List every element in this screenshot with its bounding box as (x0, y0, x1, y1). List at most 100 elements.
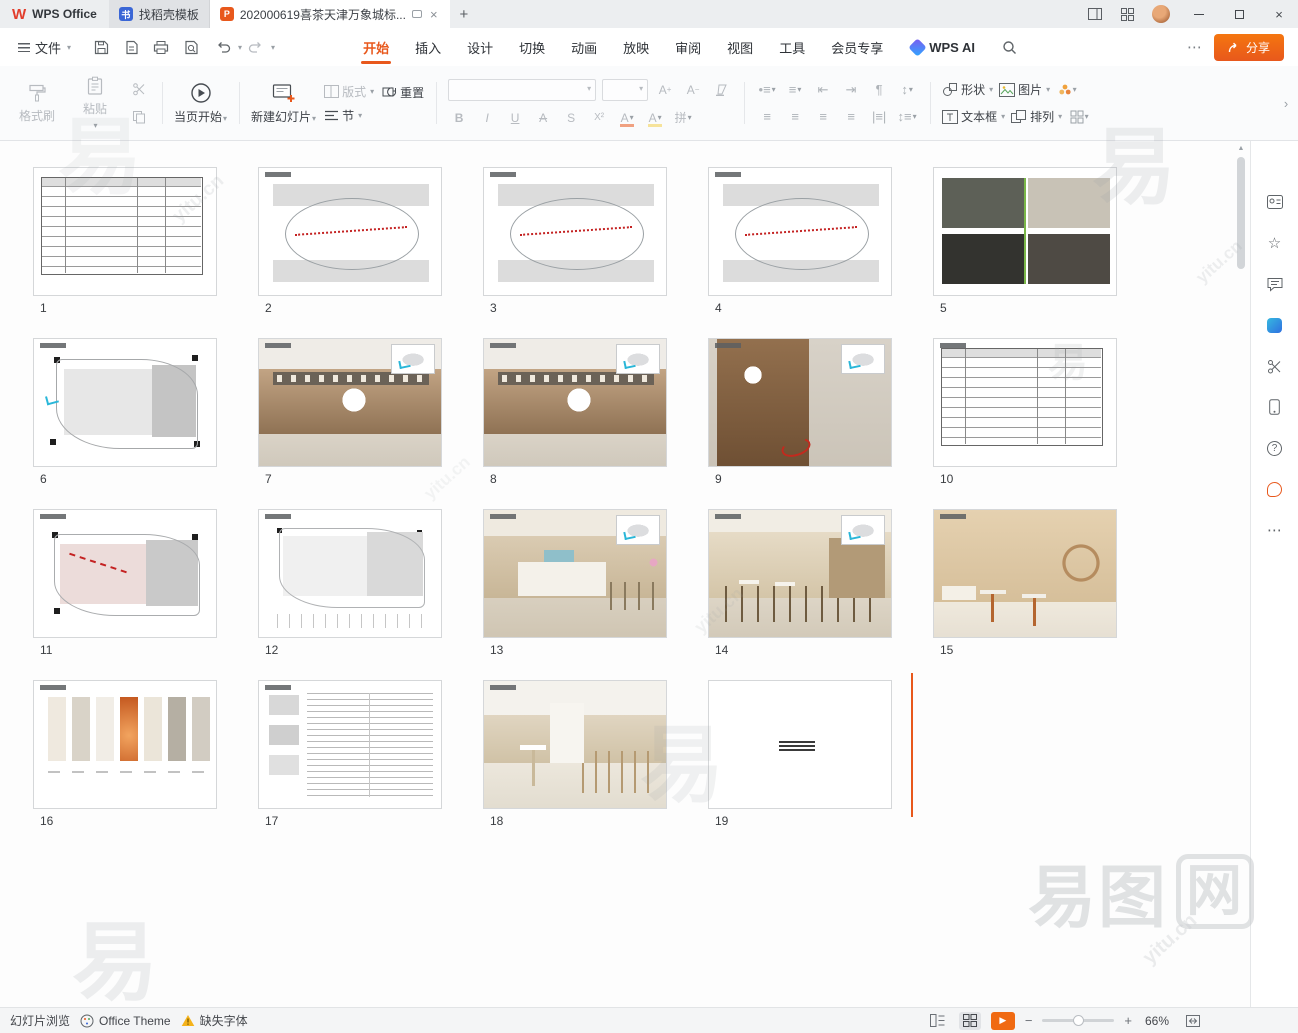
align-left-icon[interactable]: ≡ (756, 107, 778, 127)
doc-tab-templates[interactable]: 书 找稻壳模板 (109, 0, 210, 28)
close-button[interactable]: × (1260, 0, 1298, 28)
shapes-button[interactable]: 形状▾ (942, 81, 993, 98)
tab-member[interactable]: 会员专享 (829, 29, 885, 66)
slide-thumbnail[interactable]: 10 (933, 338, 1117, 509)
scroll-up-icon[interactable]: ▲ (1236, 145, 1246, 152)
redo-icon[interactable] (244, 35, 268, 59)
zoom-slider[interactable] (1042, 1019, 1114, 1022)
italic-button[interactable]: I (476, 108, 498, 128)
tab-slideshow[interactable]: 放映 (621, 29, 651, 66)
decrease-indent-icon[interactable]: ⇤ (812, 80, 834, 100)
tab-home[interactable]: 开始 (361, 29, 391, 66)
format-painter-button[interactable]: 格式刷 (12, 83, 62, 124)
slide-thumbnail[interactable]: 6 (33, 338, 217, 509)
undo-icon[interactable] (211, 35, 235, 59)
line-spacing-icon[interactable]: ↕≡▾ (896, 107, 918, 127)
slide-sorter-canvas[interactable]: 1 2 3 4 5 6 7 (0, 141, 1250, 1007)
zoom-slider-thumb[interactable] (1073, 1015, 1084, 1026)
wps-ai-sidebar-icon[interactable] (1266, 316, 1284, 334)
slide-thumbnail[interactable]: 8 (483, 338, 667, 509)
zoom-in-button[interactable]: + (1124, 1013, 1132, 1028)
icon-library-icon[interactable]: ▾ (1056, 80, 1078, 100)
increase-font-icon[interactable]: A+ (654, 80, 676, 100)
paste-button[interactable]: 粘贴 ▾ (70, 76, 120, 130)
layout-button[interactable]: 版式▾ (324, 83, 374, 100)
theme-indicator[interactable]: Office Theme (80, 1014, 171, 1028)
text-shadow-button[interactable]: S (560, 108, 582, 128)
doc-tab-current[interactable]: P 202000619喜茶天津万象城标... × (210, 0, 450, 28)
align-center-icon[interactable]: ≡ (784, 107, 806, 127)
numbering-icon[interactable]: ≡▾ (784, 80, 806, 100)
vertical-scrollbar[interactable]: ▲ (1236, 143, 1246, 1005)
clip-tool-icon[interactable] (1266, 357, 1284, 375)
new-slide-button[interactable]: 新建幻灯片▾ (251, 82, 316, 125)
slide-thumbnail[interactable]: 9 (708, 338, 892, 509)
chevron-down-icon[interactable]: ▾ (271, 43, 275, 52)
bold-button[interactable]: B (448, 108, 470, 128)
slide-thumbnail[interactable]: 5 (933, 167, 1117, 338)
slide-thumbnail[interactable]: 7 (258, 338, 442, 509)
slide-sorter-view-icon[interactable] (959, 1012, 981, 1030)
slide-thumbnail[interactable]: 19 (708, 680, 892, 851)
slide-thumbnail[interactable]: 2 (258, 167, 442, 338)
reset-button[interactable]: 重置 (382, 84, 424, 101)
slide-thumbnail[interactable]: 3 (483, 167, 667, 338)
slide-thumbnail[interactable]: 12 (258, 509, 442, 680)
decrease-font-icon[interactable]: A− (682, 80, 704, 100)
new-tab-button[interactable]: + (450, 0, 479, 28)
bullets-icon[interactable]: •≡▾ (756, 80, 778, 100)
copy-icon[interactable] (128, 107, 150, 127)
tab-review[interactable]: 审阅 (673, 29, 703, 66)
font-family-select[interactable] (448, 79, 596, 101)
strikethrough-button[interactable]: A (532, 108, 554, 128)
more-tools-icon[interactable]: ⋯ (1266, 521, 1284, 539)
task-pane-expander[interactable]: › (1278, 80, 1294, 126)
scrollbar-thumb[interactable] (1237, 157, 1245, 269)
distribute-icon[interactable]: |≡| (868, 107, 890, 127)
file-menu-button[interactable]: 文件 ▾ (10, 38, 79, 57)
tab-transitions[interactable]: 切换 (517, 29, 547, 66)
tab-insert[interactable]: 插入 (413, 29, 443, 66)
arrange-button[interactable]: 排列▾ (1011, 108, 1062, 125)
tab-animation[interactable]: 动画 (569, 29, 599, 66)
slide-thumbnail[interactable]: 1 (33, 167, 217, 338)
increase-indent-icon[interactable]: ⇥ (840, 80, 862, 100)
highlight-color-button[interactable]: A▾ (644, 108, 666, 128)
zoom-out-button[interactable]: − (1025, 1013, 1033, 1028)
tab-design[interactable]: 设计 (465, 29, 495, 66)
normal-view-icon[interactable] (927, 1012, 949, 1030)
docer-icon[interactable] (1266, 480, 1284, 498)
slide-thumbnail[interactable]: 13 (483, 509, 667, 680)
superscript-button[interactable]: X² (588, 108, 610, 128)
slide-thumbnail[interactable]: 16 (33, 680, 217, 851)
app-center-icon[interactable] (1112, 0, 1142, 28)
save-icon[interactable] (89, 35, 113, 59)
favorites-icon[interactable]: ☆ (1266, 234, 1284, 252)
play-from-current-button[interactable]: 当页开始▾ (174, 82, 227, 125)
wps-ai-button[interactable]: WPS AI (911, 40, 975, 55)
app-logo-area[interactable]: W WPS Office (0, 0, 109, 28)
mobile-view-icon[interactable] (1266, 398, 1284, 416)
underline-button[interactable]: U (504, 108, 526, 128)
share-button[interactable]: 分享 (1214, 34, 1284, 61)
slide-thumbnail[interactable]: 14 (708, 509, 892, 680)
text-direction-icon[interactable]: ↕▾ (896, 80, 918, 100)
help-icon[interactable]: ? (1266, 439, 1284, 457)
align-right-icon[interactable]: ≡ (812, 107, 834, 127)
section-button[interactable]: 节▾ (324, 107, 374, 124)
export-pdf-icon[interactable] (119, 35, 143, 59)
maximize-button[interactable] (1220, 0, 1258, 28)
minimize-button[interactable] (1180, 0, 1218, 28)
slide-thumbnail[interactable]: 11 (33, 509, 217, 680)
justify-icon[interactable]: ≡ (840, 107, 862, 127)
comment-icon[interactable] (1266, 275, 1284, 293)
print-preview-icon[interactable] (179, 35, 203, 59)
slide-thumbnail[interactable]: 15 (933, 509, 1117, 680)
clear-format-icon[interactable] (710, 80, 732, 100)
pinyin-guide-button[interactable]: 拼▾ (672, 108, 694, 128)
slide-settings-icon[interactable]: ▾ (1068, 107, 1090, 127)
missing-font-warning[interactable]: 缺失字体 (181, 1012, 248, 1029)
tab-close-icon[interactable]: × (428, 7, 440, 22)
print-icon[interactable] (149, 35, 173, 59)
slide-thumbnail[interactable]: 18 (483, 680, 667, 851)
